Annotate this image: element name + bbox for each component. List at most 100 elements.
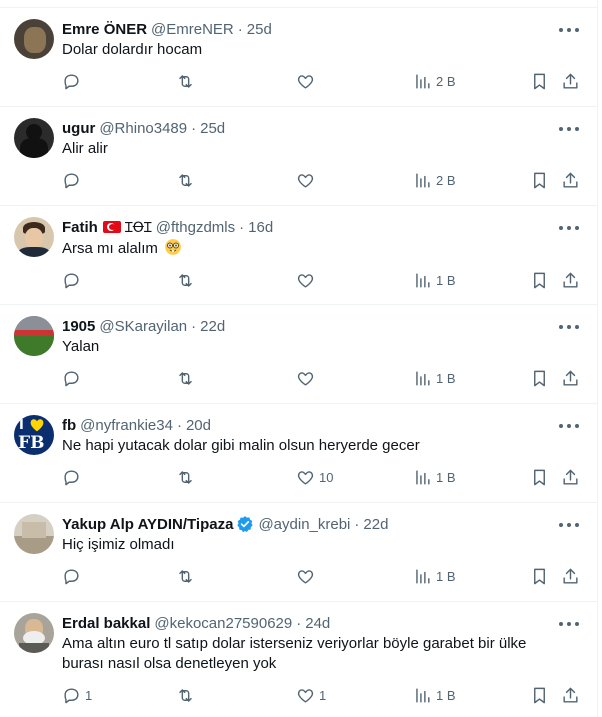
views-count: 1 B	[436, 470, 456, 485]
reply-tweet[interactable]: Emre ÖNER @EmreNER · 25d Dolar dolardır …	[0, 8, 597, 107]
author-name[interactable]: fb	[62, 417, 76, 434]
like-button[interactable]: 1	[296, 686, 326, 705]
author-name[interactable]: 1905	[62, 318, 95, 335]
author-name[interactable]: Emre ÖNER	[62, 21, 147, 38]
retweet-button[interactable]	[176, 72, 199, 91]
like-button[interactable]	[296, 369, 319, 388]
timestamp[interactable]: 24d	[305, 615, 330, 632]
retweet-icon	[179, 372, 192, 385]
reply-button[interactable]	[62, 468, 85, 487]
author-handle[interactable]: @SKarayilan	[99, 318, 187, 335]
views-button[interactable]: 1 B	[413, 468, 456, 487]
author-handle[interactable]: @kekocan27590629	[154, 615, 292, 632]
share-button[interactable]	[561, 686, 580, 705]
like-button[interactable]	[296, 567, 319, 586]
timestamp[interactable]: 22d	[200, 318, 225, 335]
more-icon[interactable]	[559, 619, 579, 629]
views-button[interactable]: 1 B	[413, 369, 456, 388]
timestamp[interactable]: 16d	[248, 219, 273, 236]
avatar[interactable]: I FB	[14, 415, 54, 455]
reply-tweet[interactable]: 1905 @SKarayilan · 22d Yalan 1 B	[0, 305, 597, 404]
bookmark-button[interactable]	[530, 72, 549, 91]
author-handle[interactable]: @fthgzdmls	[156, 219, 235, 236]
avatar[interactable]	[14, 316, 54, 356]
views-button[interactable]: 1 B	[413, 686, 456, 705]
views-button[interactable]: 1 B	[413, 567, 456, 586]
more-icon[interactable]	[559, 25, 579, 35]
more-icon[interactable]	[559, 124, 579, 134]
avatar[interactable]	[14, 19, 54, 59]
share-button[interactable]	[561, 171, 580, 190]
reply-button[interactable]	[62, 369, 85, 388]
like-icon	[297, 174, 314, 188]
retweet-button[interactable]	[176, 468, 199, 487]
views-count: 1 B	[436, 371, 456, 386]
like-icon	[297, 274, 314, 288]
avatar[interactable]	[14, 514, 54, 554]
like-button[interactable]	[296, 171, 319, 190]
author-handle[interactable]: @nyfrankie34	[80, 417, 173, 434]
bookmark-button[interactable]	[530, 369, 549, 388]
avatar[interactable]	[14, 118, 54, 158]
retweet-button[interactable]	[176, 271, 199, 290]
more-icon[interactable]	[559, 322, 579, 332]
reply-tweet[interactable]: I FB fb @nyfrankie34 · 20d Ne hapi yutac…	[0, 404, 597, 503]
reply-button[interactable]	[62, 271, 85, 290]
views-icon	[416, 74, 430, 89]
views-button[interactable]: 2 B	[413, 171, 456, 190]
reply-button[interactable]	[62, 171, 85, 190]
share-button[interactable]	[561, 567, 580, 586]
more-icon[interactable]	[559, 421, 579, 431]
reply-tweet[interactable]: Fatih ꞮꝊꞮ @fthgzdmls · 16d Arsa mı alalı…	[0, 206, 597, 305]
reply-button[interactable]: 1	[62, 686, 92, 705]
more-icon[interactable]	[559, 223, 579, 233]
separator-dot: ·	[296, 614, 302, 632]
timestamp[interactable]: 22d	[363, 516, 388, 533]
bookmark-button[interactable]	[530, 271, 549, 290]
retweet-button[interactable]	[176, 686, 199, 705]
reply-tweet[interactable]: ugur @Rhino3489 · 25d Alir alir 2 B	[0, 107, 597, 206]
views-icon	[416, 273, 430, 288]
retweet-button[interactable]	[176, 567, 199, 586]
bookmark-button[interactable]	[530, 171, 549, 190]
bookmark-icon	[534, 687, 545, 704]
avatar[interactable]	[14, 217, 54, 257]
reply-thread: Emre ÖNER @EmreNER · 25d Dolar dolardır …	[0, 0, 598, 717]
author-handle[interactable]: @EmreNER	[151, 21, 234, 38]
views-button[interactable]: 1 B	[413, 271, 456, 290]
share-button[interactable]	[561, 369, 580, 388]
bookmark-button[interactable]	[530, 686, 549, 705]
separator-dot: ·	[237, 20, 243, 38]
reply-button[interactable]	[62, 72, 85, 91]
timestamp[interactable]: 25d	[200, 120, 225, 137]
avatar[interactable]	[14, 613, 54, 653]
bookmark-button[interactable]	[530, 468, 549, 487]
tweet-text: Dolar dolardır hocam	[62, 41, 203, 58]
timestamp[interactable]: 20d	[186, 417, 211, 434]
like-button[interactable]	[296, 72, 319, 91]
retweet-button[interactable]	[176, 369, 199, 388]
bookmark-button[interactable]	[530, 567, 549, 586]
author-handle[interactable]: @Rhino3489	[99, 120, 187, 137]
reply-tweet[interactable]: Yakup Alp AYDIN/Tipaza @aydin_krebi · 22…	[0, 503, 597, 602]
share-button[interactable]	[561, 271, 580, 290]
author-name[interactable]: Erdal bakkal	[62, 615, 150, 632]
like-count: 10	[319, 470, 334, 485]
author-handle[interactable]: @aydin_krebi	[258, 516, 350, 533]
reply-button[interactable]	[62, 567, 85, 586]
views-button[interactable]: 2 B	[413, 72, 456, 91]
like-button[interactable]: 10	[296, 468, 333, 487]
share-button[interactable]	[561, 72, 580, 91]
like-button[interactable]	[296, 271, 319, 290]
author-name[interactable]: ugur	[62, 120, 95, 137]
author-name[interactable]: Yakup Alp AYDIN/Tipaza	[62, 516, 233, 533]
separator-dot: ·	[239, 218, 245, 236]
separator-dot: ·	[176, 416, 182, 434]
author-name[interactable]: Fatih	[62, 219, 98, 236]
reply-tweet[interactable]: Erdal bakkal @kekocan27590629 · 24d Ama …	[0, 602, 597, 717]
timestamp[interactable]: 25d	[247, 21, 272, 38]
more-icon[interactable]	[559, 520, 579, 530]
share-button[interactable]	[561, 468, 580, 487]
like-icon	[297, 75, 314, 89]
retweet-button[interactable]	[176, 171, 199, 190]
